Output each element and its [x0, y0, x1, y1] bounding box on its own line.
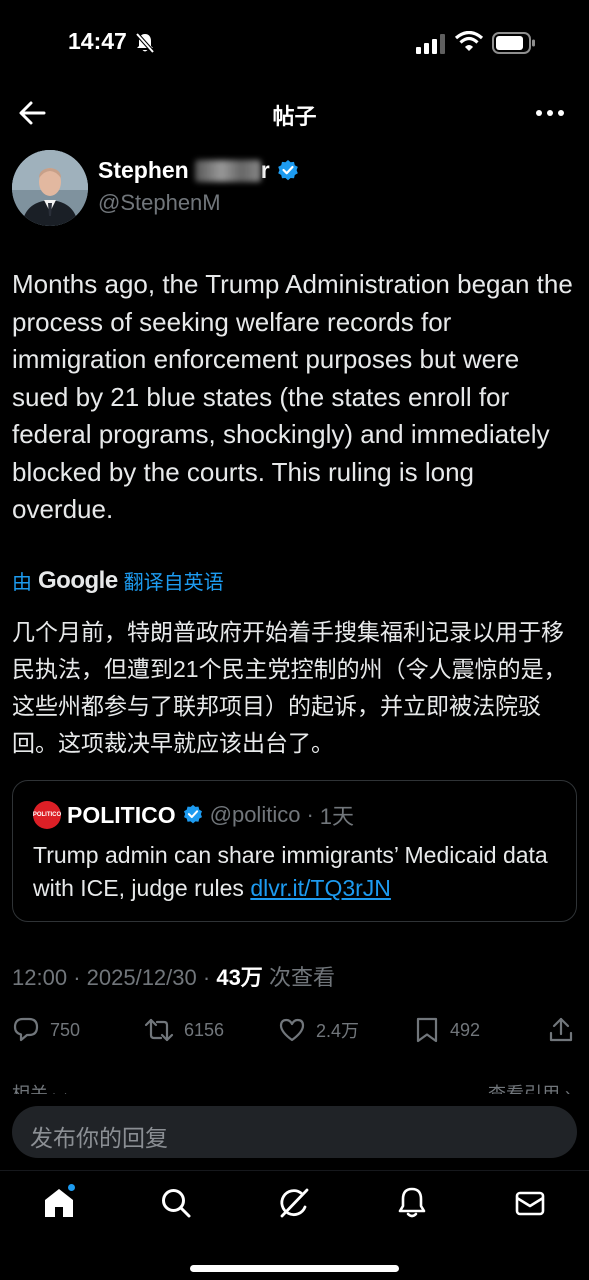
- reply-placeholder: 发布你的回复: [30, 1125, 168, 1151]
- bookmark-count: 492: [450, 1019, 481, 1040]
- messages-icon: [515, 1191, 545, 1216]
- author-name-text: Stephen: [98, 157, 189, 183]
- view-label: 次查看: [268, 965, 335, 990]
- post-time: 12:00: [12, 965, 68, 990]
- page-title: 帖子: [272, 104, 317, 129]
- search-icon: [162, 1189, 191, 1218]
- verified-badge-icon: [183, 804, 202, 824]
- translate-suffix: 翻译自英语: [123, 572, 224, 594]
- view-count: 43万: [216, 965, 263, 990]
- translation-attribution[interactable]: 由 Google 翻译自英语: [12, 566, 224, 595]
- wifi-icon: [455, 31, 483, 51]
- quoted-post-card[interactable]: POLITICO POLITICO @politico · 1天 Trump a…: [12, 780, 577, 922]
- bookmark-button[interactable]: 492: [414, 1016, 480, 1044]
- repost-count: 6156: [184, 1019, 225, 1040]
- bookmark-icon: [416, 1017, 438, 1043]
- tweet-text: Months ago, the Trump Administration beg…: [12, 269, 573, 524]
- nav-grok[interactable]: [276, 1185, 312, 1221]
- grok-icon: [280, 1188, 309, 1218]
- author-name-trailing: r: [260, 157, 270, 183]
- post-meta: 12:00 · 2025/12/30 · 43万 次查看: [12, 960, 335, 992]
- meta-separator: ·: [73, 965, 81, 990]
- share-button[interactable]: [548, 1016, 574, 1044]
- author-avatar[interactable]: [12, 150, 88, 226]
- notifications-icon: [398, 1187, 426, 1218]
- share-icon: [549, 1017, 573, 1042]
- repost-button[interactable]: 6156: [144, 1016, 224, 1044]
- bottom-nav: [0, 1170, 589, 1280]
- verified-badge-icon: [277, 159, 298, 180]
- quoted-author-name: POLITICO: [67, 801, 176, 828]
- cellular-signal-icon: [416, 34, 445, 54]
- status-time: 14:47: [68, 28, 127, 54]
- author-name[interactable]: Stephen r: [98, 157, 300, 184]
- author-handle[interactable]: @StephenM: [98, 190, 221, 216]
- nav-messages[interactable]: [512, 1185, 548, 1221]
- heart-icon: [279, 1018, 305, 1042]
- translated-text: 几个月前，特朗普政府开始着手搜集福利记录以用于移民执法，但遭到21个民主党控制的…: [12, 619, 567, 756]
- meta-separator: ·: [202, 965, 211, 990]
- post-date: 2025/12/30: [86, 965, 197, 990]
- top-header: 帖子: [0, 88, 589, 138]
- redacted-name-blur: [194, 159, 261, 182]
- nav-home[interactable]: [41, 1184, 77, 1221]
- quoted-post-link[interactable]: dlvr.it/TQ3rJN: [250, 875, 391, 901]
- like-button[interactable]: 2.4万: [278, 1016, 359, 1044]
- quoted-post-header: POLITICO POLITICO @politico · 1天: [33, 799, 354, 831]
- reply-bar: 发布你的回复: [0, 1094, 589, 1170]
- battery-icon: [492, 32, 535, 54]
- quoted-post-text: Trump admin can share immigrants’ Medica…: [33, 839, 563, 905]
- reply-button[interactable]: 750: [12, 1016, 80, 1044]
- avatar-image: [12, 150, 88, 226]
- nav-search[interactable]: [158, 1185, 194, 1221]
- reply-count: 750: [50, 1019, 81, 1040]
- translate-prefix: 由: [12, 572, 32, 594]
- status-bar: 14:47: [0, 0, 589, 88]
- notification-dot: [68, 1184, 75, 1191]
- google-logo: Google: [38, 566, 118, 594]
- reply-input[interactable]: 发布你的回复: [12, 1106, 577, 1158]
- home-indicator[interactable]: [190, 1265, 399, 1272]
- action-bar: 750 6156 2.4万 492: [0, 1012, 589, 1048]
- quoted-post-time: 1天: [319, 804, 355, 829]
- repost-icon: [144, 1018, 174, 1042]
- nav-notifications[interactable]: [394, 1185, 430, 1221]
- bell-slash-icon: [135, 32, 155, 54]
- meta-separator: ·: [306, 802, 314, 827]
- politico-avatar: POLITICO: [33, 801, 61, 829]
- like-count: 2.4万: [316, 1021, 360, 1041]
- reply-icon: [13, 1017, 39, 1042]
- more-options-icon[interactable]: [535, 98, 565, 128]
- quoted-author-handle: @politico: [209, 802, 301, 827]
